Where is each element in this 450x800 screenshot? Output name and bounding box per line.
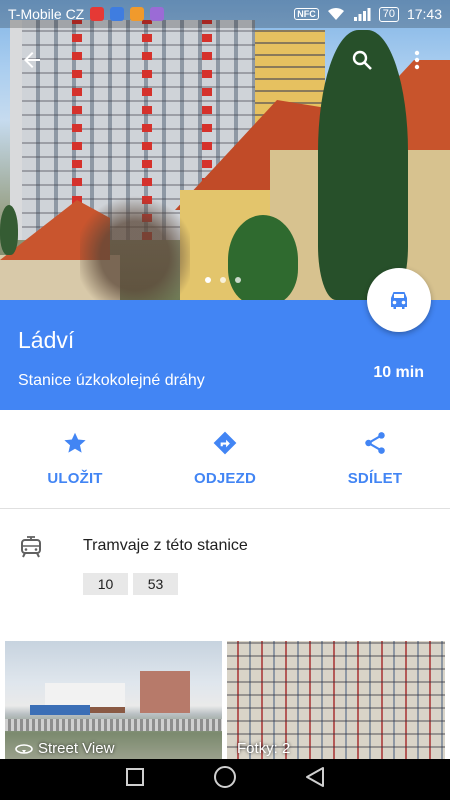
transit-section-title: Tramvaje z této stanice: [83, 537, 248, 554]
pager-dot: [235, 277, 241, 283]
travel-time: 10 min: [373, 364, 424, 381]
notification-app-icon: [110, 7, 125, 21]
street-view-label: Street View: [38, 740, 115, 757]
wifi-icon: [327, 7, 344, 20]
car-icon: [391, 292, 407, 309]
directions-icon: [213, 431, 237, 455]
pager-dot: [220, 277, 226, 283]
nfc-icon: NFC: [294, 8, 319, 20]
signal-icon: [353, 8, 371, 21]
street-view-card[interactable]: Street View: [5, 641, 222, 759]
action-bar: ULOŽIT ODJEZD SDÍLET: [0, 410, 450, 508]
clock: 17:43: [406, 6, 442, 22]
notification-app-icon: [90, 7, 105, 21]
recents-button[interactable]: [125, 767, 145, 792]
photo-tree: [0, 205, 18, 255]
departure-label: ODJEZD: [193, 470, 257, 487]
search-icon: [352, 50, 372, 70]
photo-tree: [228, 215, 298, 300]
directions-fab[interactable]: [367, 268, 431, 332]
square-recents-icon: [126, 768, 144, 786]
save-label: ULOŽIT: [47, 470, 103, 487]
tram-line-list: 10 53: [83, 573, 178, 595]
share-button[interactable]: SDÍLET: [300, 410, 450, 508]
share-label: SDÍLET: [347, 470, 403, 487]
street-view-icon: [15, 743, 33, 754]
home-button[interactable]: [213, 765, 237, 794]
back-nav-button[interactable]: [305, 766, 325, 793]
more-vert-icon: [414, 50, 420, 70]
hero-photo[interactable]: [0, 0, 450, 300]
photo-fence: [5, 719, 222, 731]
carrier-name: T-Mobile CZ: [8, 6, 85, 22]
star-icon: [64, 432, 86, 453]
share-icon: [365, 432, 385, 454]
back-button[interactable]: [20, 48, 44, 77]
more-options-button[interactable]: [410, 48, 424, 77]
photos-count-label: Fotky: 2: [237, 740, 291, 757]
photo-building: [140, 671, 190, 713]
tram-line-chip[interactable]: 10: [83, 573, 128, 595]
place-subtitle: Stanice úzkokolejné dráhy: [18, 372, 205, 389]
departure-button[interactable]: ODJEZD: [150, 410, 300, 508]
tram-line-chip[interactable]: 53: [133, 573, 178, 595]
street-view-caption: Street View: [15, 740, 114, 757]
photo-bare-tree: [80, 190, 190, 300]
place-title: Ládví: [18, 327, 75, 353]
save-button[interactable]: ULOŽIT: [0, 410, 150, 508]
section-divider: [0, 508, 450, 509]
search-button[interactable]: [350, 48, 374, 77]
arrow-back-icon: [24, 52, 40, 68]
photo-tram: [30, 705, 90, 715]
status-bar: T-Mobile CZ NFC 70 17:43: [0, 0, 450, 28]
tram-icon: [19, 535, 43, 564]
system-nav-bar: [0, 759, 450, 800]
notification-app-icon: [150, 7, 165, 21]
battery-icon: 70: [378, 6, 399, 22]
triangle-back-icon: [306, 767, 324, 787]
photos-card[interactable]: Fotky: 2: [227, 641, 445, 759]
circle-home-icon: [214, 766, 236, 788]
photos-caption: Fotky: 2: [237, 740, 290, 757]
pager-dot: [205, 277, 211, 283]
notification-app-icon: [130, 7, 145, 21]
photo-pager-dots: [205, 277, 241, 283]
